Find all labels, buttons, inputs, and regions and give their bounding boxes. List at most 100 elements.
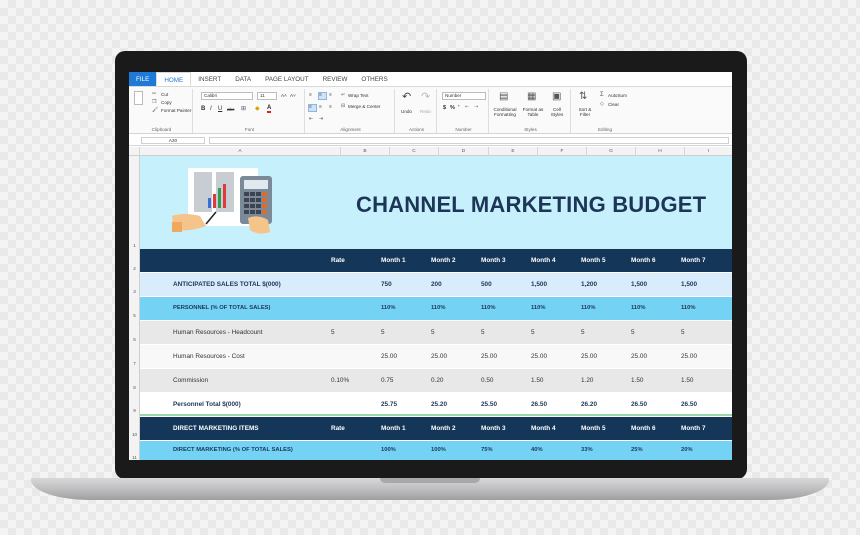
row-label-cell[interactable]: Personnel Total $(000) [173, 393, 241, 416]
align-bottom-icon[interactable]: ≡ [329, 93, 332, 98]
row-header[interactable]: 7 [129, 361, 140, 366]
wrap-text-icon[interactable]: ↵ [341, 93, 345, 98]
header-cell[interactable]: Month 2 [431, 249, 456, 272]
header-cell[interactable]: Month 5 [581, 417, 606, 440]
redo-button[interactable]: Redo [420, 109, 431, 114]
row-header[interactable]: 2 [129, 266, 140, 271]
align-center-icon[interactable]: ≡ [319, 105, 322, 110]
header-cell[interactable]: Month 6 [631, 249, 656, 272]
header-cell[interactable]: Month 4 [531, 249, 556, 272]
undo-icon[interactable]: ↶ [402, 92, 411, 103]
value-cell[interactable]: 26.50 [531, 393, 547, 416]
value-cell[interactable]: 110% [531, 297, 546, 320]
grow-font-button[interactable]: A˄ [281, 93, 287, 98]
value-cell[interactable]: 25.00 [381, 345, 397, 368]
value-cell[interactable]: 5 [581, 321, 585, 344]
sort-filter-icon[interactable]: ⇅ [579, 92, 587, 102]
underline-button[interactable]: U [218, 106, 222, 112]
decrease-decimal-icon[interactable]: ⇢ [474, 105, 478, 110]
wrap-text-button[interactable]: Wrap Text [348, 93, 369, 98]
cell-styles-icon[interactable]: ▣ [552, 92, 561, 102]
value-cell[interactable]: 1.20 [581, 369, 593, 392]
redo-icon[interactable]: ↷ [421, 92, 430, 103]
tab-review[interactable]: REVIEW [316, 72, 355, 86]
row-header[interactable]: 3 [129, 289, 140, 294]
clear-icon[interactable]: ◇ [600, 102, 604, 107]
value-cell[interactable]: 75% [481, 441, 493, 460]
row-header[interactable]: 6 [129, 337, 140, 342]
name-box[interactable]: A20 [141, 137, 205, 144]
header-cell[interactable]: Month 7 [681, 417, 706, 440]
sort-filter-button[interactable]: Sort & Filter [575, 107, 595, 117]
column-header[interactable]: F [538, 147, 587, 156]
comma-button[interactable]: ’ [458, 105, 460, 111]
tab-file[interactable]: FILE [129, 72, 157, 86]
value-cell[interactable]: 1.50 [631, 369, 643, 392]
undo-button[interactable]: Undo [401, 109, 412, 114]
merge-center-icon[interactable]: ⊟ [341, 104, 345, 109]
column-header[interactable]: E [489, 147, 538, 156]
value-cell[interactable]: 5 [531, 321, 535, 344]
bold-button[interactable]: B [201, 106, 205, 112]
tab-home[interactable]: HOME [156, 72, 192, 86]
value-cell[interactable]: 1,500 [681, 273, 697, 296]
tab-others[interactable]: OTHERS [354, 72, 394, 86]
value-cell[interactable]: 33% [581, 441, 593, 460]
value-cell[interactable]: 1.50 [681, 369, 693, 392]
value-cell[interactable]: 26.50 [631, 393, 647, 416]
value-cell[interactable]: 5 [381, 321, 385, 344]
clear-button[interactable]: Clear [608, 102, 619, 107]
value-cell[interactable]: 110% [631, 297, 646, 320]
indent-decrease-icon[interactable]: ⇤ [309, 117, 313, 122]
row-label-cell[interactable]: Commission [173, 369, 208, 392]
font-size-select[interactable]: 11 [257, 92, 277, 100]
value-cell[interactable]: 1,200 [581, 273, 597, 296]
row-label-cell[interactable]: DIRECT MARKETING (% OF TOTAL SALES) [173, 441, 293, 460]
column-header[interactable]: B [341, 147, 390, 156]
value-cell[interactable]: 0.50 [481, 369, 493, 392]
row-label-cell[interactable]: Human Resources - Cost [173, 345, 245, 368]
value-cell[interactable]: 20% [681, 441, 693, 460]
worksheet[interactable]: CHANNEL MARKETING BUDGET Rate Month 1 Mo… [140, 156, 732, 460]
value-cell[interactable]: 5 [331, 321, 335, 344]
value-cell[interactable]: 25.00 [581, 345, 597, 368]
shrink-font-button[interactable]: A˅ [290, 93, 296, 98]
merge-center-button[interactable]: Merge & Center [348, 104, 380, 109]
column-header[interactable]: I [685, 147, 732, 156]
row-label-cell[interactable]: DIRECT MARKETING ITEMS [173, 417, 259, 440]
cell-styles-button[interactable]: Cell Styles [547, 107, 567, 117]
value-cell[interactable]: 25.00 [681, 345, 697, 368]
column-header[interactable]: C [390, 147, 439, 156]
column-header[interactable]: G [587, 147, 636, 156]
value-cell[interactable]: 26.20 [581, 393, 597, 416]
value-cell[interactable]: 25.75 [381, 393, 397, 416]
value-cell[interactable]: 1,500 [631, 273, 647, 296]
header-cell[interactable]: Month 2 [431, 417, 456, 440]
cut-icon[interactable]: ✂ [152, 92, 156, 97]
currency-button[interactable]: $ [443, 105, 446, 111]
row-header[interactable]: 1 [129, 243, 140, 248]
value-cell[interactable]: 25.50 [481, 393, 497, 416]
paste-icon[interactable] [134, 91, 143, 105]
row-label-cell[interactable]: ANTICIPATED SALES TOTAL $(000) [173, 273, 281, 296]
align-top-icon[interactable]: ≡ [309, 93, 312, 98]
copy-icon[interactable]: ❐ [152, 100, 156, 105]
value-cell[interactable]: 25.00 [631, 345, 647, 368]
header-cell[interactable]: Month 1 [381, 249, 406, 272]
row-header[interactable]: 8 [129, 385, 140, 390]
conditional-formatting-icon[interactable]: ▤ [499, 92, 508, 102]
header-cell[interactable]: Month 7 [681, 249, 706, 272]
font-color-icon[interactable]: A [267, 105, 272, 113]
value-cell[interactable]: 0.20 [431, 369, 443, 392]
borders-icon[interactable]: ⊞ [241, 106, 246, 112]
value-cell[interactable]: 25.00 [481, 345, 497, 368]
header-cell[interactable]: Month 3 [481, 249, 506, 272]
row-header[interactable]: 5 [129, 313, 140, 318]
format-as-table-button[interactable]: Format as Table [521, 107, 545, 117]
autosum-icon[interactable]: Σ [600, 92, 604, 98]
column-header[interactable]: H [636, 147, 685, 156]
value-cell[interactable]: 100% [381, 441, 396, 460]
select-all-corner[interactable] [129, 147, 140, 156]
row-header[interactable]: 10 [129, 432, 140, 437]
value-cell[interactable]: 25% [631, 441, 643, 460]
